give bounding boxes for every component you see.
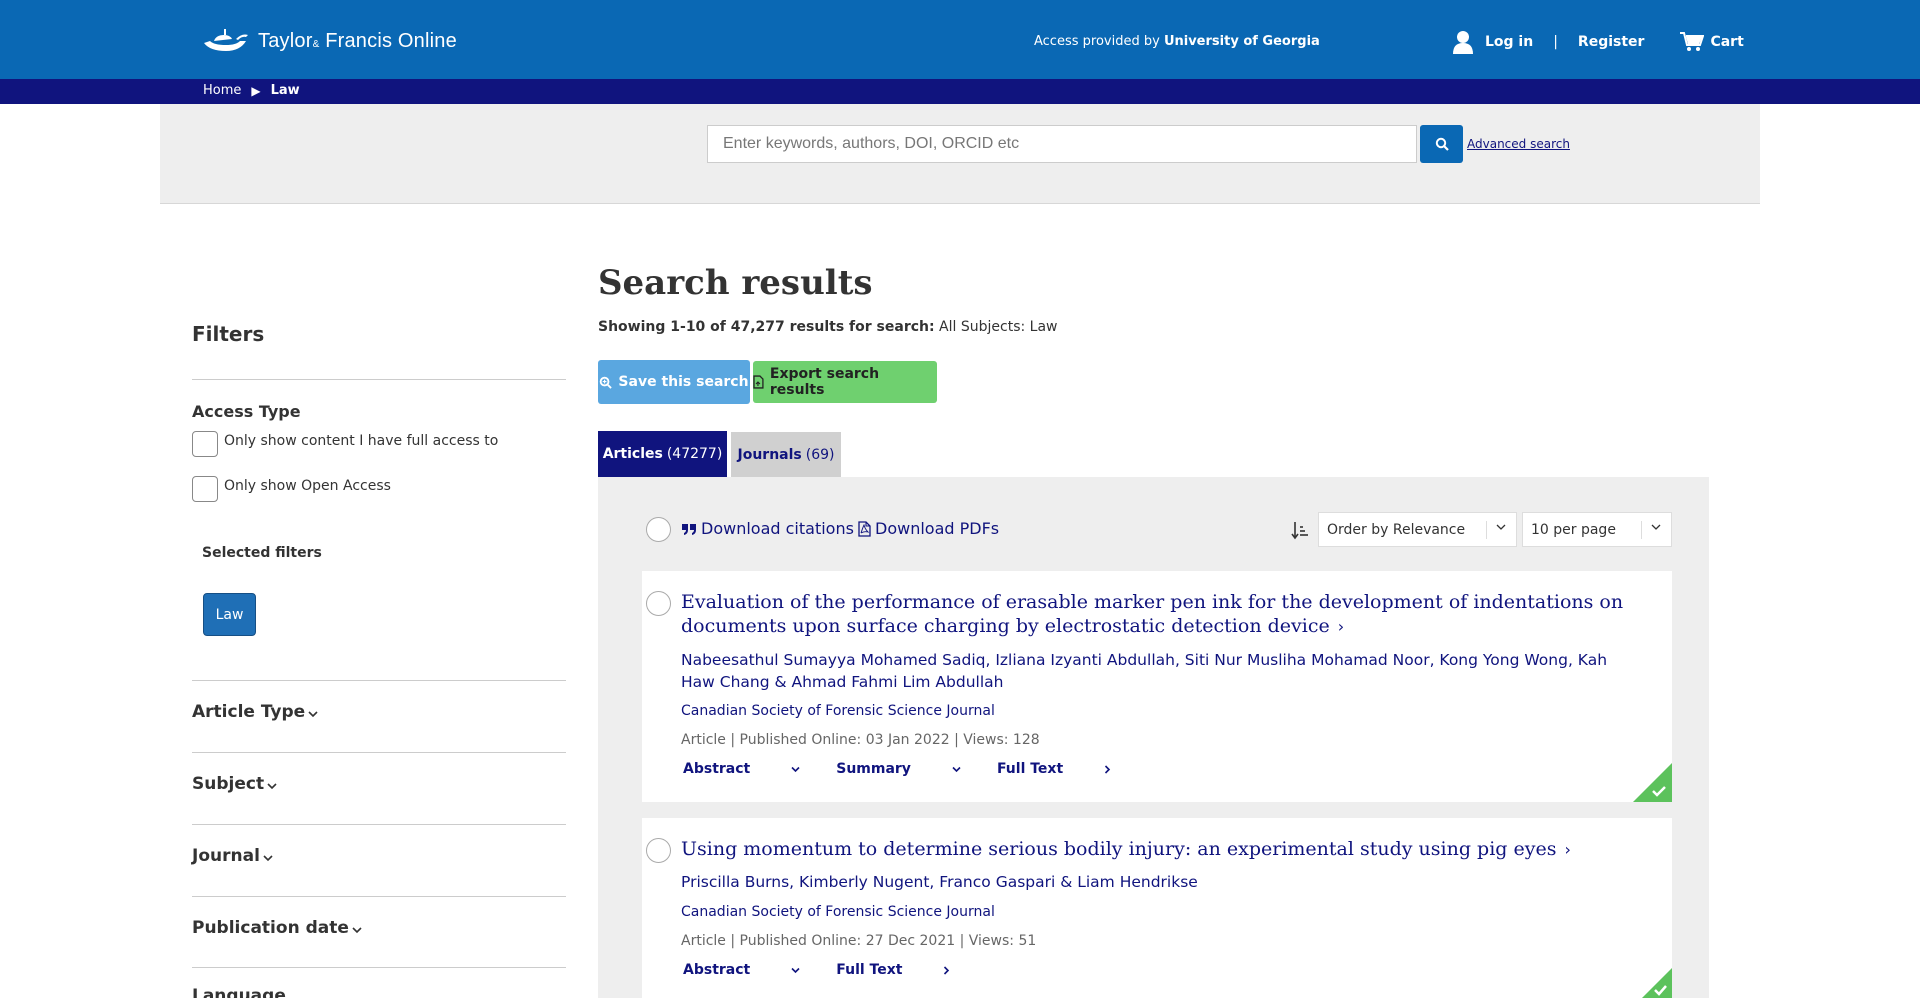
abstract-toggle[interactable]: Abstract xyxy=(683,962,800,978)
article-journal[interactable]: Canadian Society of Forensic Science Jou… xyxy=(681,904,995,920)
site-header: Taylor& Francis Online Access provided b… xyxy=(0,0,1920,79)
article-title[interactable]: Evaluation of the performance of erasabl… xyxy=(681,590,1641,639)
per-page-select[interactable]: 10 per page xyxy=(1522,512,1672,547)
institution-name: University of Georgia xyxy=(1163,34,1320,49)
register-link[interactable]: Register xyxy=(1578,34,1645,50)
chevron-down-icon xyxy=(791,766,800,772)
divider xyxy=(192,824,566,825)
article-authors[interactable]: Nabeesathul Sumayya Mohamed Sadiq, Izlia… xyxy=(681,649,1641,693)
divider xyxy=(192,379,566,380)
open-access-checkbox-row[interactable]: Only show Open Access xyxy=(192,476,391,502)
tab-articles[interactable]: Articles (47277) xyxy=(598,431,727,477)
abstract-toggle[interactable]: Abstract xyxy=(683,761,800,777)
search-icon xyxy=(1435,137,1449,151)
access-provided: Access provided by University of Georgia xyxy=(1034,34,1320,49)
facet-journal[interactable]: Journal xyxy=(192,846,274,866)
result-card: Using momentum to determine serious bodi… xyxy=(642,818,1672,998)
chevron-down-icon xyxy=(263,855,273,862)
login-link[interactable]: Log in xyxy=(1485,34,1533,50)
pdf-file-icon xyxy=(858,520,871,537)
chevron-down-icon xyxy=(308,711,318,718)
cart-icon[interactable] xyxy=(1680,32,1705,52)
selected-filter-law[interactable]: Law xyxy=(203,593,256,636)
chevron-down-icon xyxy=(352,927,362,934)
breadcrumb-current: Law xyxy=(270,83,300,98)
divider xyxy=(192,752,566,753)
divider xyxy=(192,896,566,897)
chevron-down-icon xyxy=(952,766,961,772)
tab-journals[interactable]: Journals (69) xyxy=(731,432,841,477)
breadcrumb-home[interactable]: Home xyxy=(203,83,241,98)
page-title: Search results xyxy=(598,263,873,303)
site-logo[interactable]: Taylor& Francis Online xyxy=(200,26,457,56)
download-citations-link[interactable]: Download citations xyxy=(681,519,854,538)
search-save-icon xyxy=(600,376,613,389)
full-text-link[interactable]: Full Text xyxy=(997,761,1111,777)
export-results-button[interactable]: Export search results xyxy=(753,361,937,403)
divider xyxy=(192,680,566,681)
article-authors[interactable]: Priscilla Burns, Kimberly Nugent, Franco… xyxy=(681,871,1641,893)
access-type-heading: Access Type xyxy=(192,402,301,421)
chevron-right-icon: › xyxy=(1564,840,1571,859)
breadcrumb-arrow-icon: ▶ xyxy=(251,83,261,98)
full-access-label: Only show content I have full access to xyxy=(224,433,499,449)
result-select-radio[interactable] xyxy=(646,591,671,616)
filters-title: Filters xyxy=(192,322,265,346)
result-card: Evaluation of the performance of erasabl… xyxy=(642,571,1672,802)
article-journal[interactable]: Canadian Society of Forensic Science Jou… xyxy=(681,703,995,719)
nav-separator: | xyxy=(1553,34,1558,50)
chevron-right-icon xyxy=(1105,764,1111,774)
chevron-down-icon xyxy=(267,783,277,790)
breadcrumb-bar: Home ▶ Law xyxy=(0,79,1920,104)
chevron-right-icon xyxy=(944,965,950,975)
facet-publication-date[interactable]: Publication date xyxy=(192,918,363,938)
file-export-icon xyxy=(753,375,764,389)
chevron-down-icon xyxy=(1496,524,1506,530)
cart-link[interactable]: Cart xyxy=(1710,34,1743,50)
search-input[interactable] xyxy=(707,125,1417,163)
order-by-select[interactable]: Order by Relevance xyxy=(1318,512,1517,547)
search-button[interactable] xyxy=(1420,125,1463,163)
full-access-check-icon xyxy=(1642,968,1672,998)
save-search-button[interactable]: Save this search xyxy=(598,360,750,404)
user-icon[interactable] xyxy=(1453,30,1473,54)
download-pdfs-link[interactable]: Download PDFs xyxy=(858,519,999,538)
selected-filters-heading: Selected filters xyxy=(202,545,322,561)
chevron-down-icon xyxy=(791,967,800,973)
open-access-label: Only show Open Access xyxy=(224,478,391,494)
select-separator xyxy=(1641,521,1642,539)
select-all-radio[interactable] xyxy=(646,517,671,542)
result-select-radio[interactable] xyxy=(646,838,671,863)
full-access-checkbox-row[interactable]: Only show content I have full access to xyxy=(192,431,498,457)
quote-icon xyxy=(682,523,696,535)
facet-article-type[interactable]: Article Type xyxy=(192,702,319,722)
sort-icon[interactable] xyxy=(1291,520,1309,540)
full-text-link[interactable]: Full Text xyxy=(836,962,950,978)
lamp-logo-icon xyxy=(204,29,248,51)
chevron-down-icon xyxy=(1651,524,1661,530)
divider xyxy=(192,967,566,968)
facet-subject[interactable]: Subject xyxy=(192,774,278,794)
full-access-check-icon xyxy=(1633,763,1672,802)
article-meta: Article | Published Online: 27 Dec 2021 … xyxy=(681,933,1037,949)
article-actions: Abstract Full Text xyxy=(683,962,986,978)
full-access-checkbox[interactable] xyxy=(192,431,218,457)
summary-toggle[interactable]: Summary xyxy=(836,761,961,777)
article-meta: Article | Published Online: 03 Jan 2022 … xyxy=(681,732,1040,748)
article-title[interactable]: Using momentum to determine serious bodi… xyxy=(681,837,1641,862)
user-nav: Log in | Register Cart xyxy=(1453,30,1744,54)
breadcrumb: Home ▶ Law xyxy=(203,83,300,98)
logo-text: Taylor& Francis Online xyxy=(258,29,457,52)
select-separator xyxy=(1486,521,1487,539)
advanced-search-link[interactable]: Advanced search xyxy=(1467,137,1570,151)
chevron-right-icon: › xyxy=(1337,617,1345,636)
results-count: Showing 1-10 of 47,277 results for searc… xyxy=(598,319,1058,335)
open-access-checkbox[interactable] xyxy=(192,476,218,502)
article-actions: Abstract Summary Full Text xyxy=(683,761,1147,777)
search-band: Advanced search xyxy=(160,104,1760,204)
facet-language[interactable]: Language xyxy=(192,986,286,998)
